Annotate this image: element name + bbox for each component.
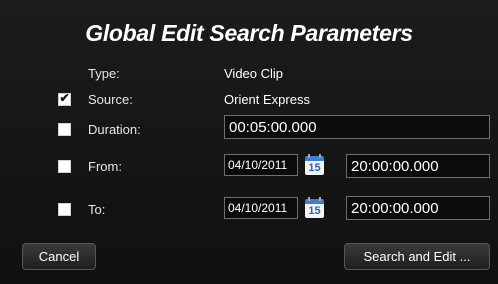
global-edit-search-dialog: Global Edit Search Parameters Type: Vide… [0,0,498,284]
cancel-button[interactable]: Cancel [22,243,96,270]
dialog-title: Global Edit Search Parameters [85,20,413,46]
type-value: Video Clip [224,66,284,81]
from-time-input[interactable]: 20:00:00.000 [346,154,490,178]
to-calendar-icon[interactable]: 15 [305,197,324,218]
duration-input[interactable]: 00:05:00.000 [224,115,490,139]
to-time-input[interactable]: 20:00:00.000 [346,196,490,220]
search-and-edit-button[interactable]: Search and Edit ... [344,243,490,270]
to-date-input[interactable]: 04/10/2011 [224,197,298,219]
type-label: Type: [88,66,120,81]
from-calendar-icon[interactable]: 15 [305,154,324,175]
source-checkbox[interactable]: ✔ [58,91,71,106]
from-label: From: [88,159,122,174]
checkmark-icon: ✔ [59,91,70,105]
duration-label: Duration: [88,122,141,137]
source-label: Source: [88,92,133,107]
from-checkbox[interactable] [58,160,71,173]
duration-checkbox[interactable] [58,123,71,136]
to-label: To: [88,202,106,217]
source-value: Orient Express [224,92,310,107]
to-checkbox[interactable] [58,203,71,216]
from-date-input[interactable]: 04/10/2011 [224,154,298,176]
